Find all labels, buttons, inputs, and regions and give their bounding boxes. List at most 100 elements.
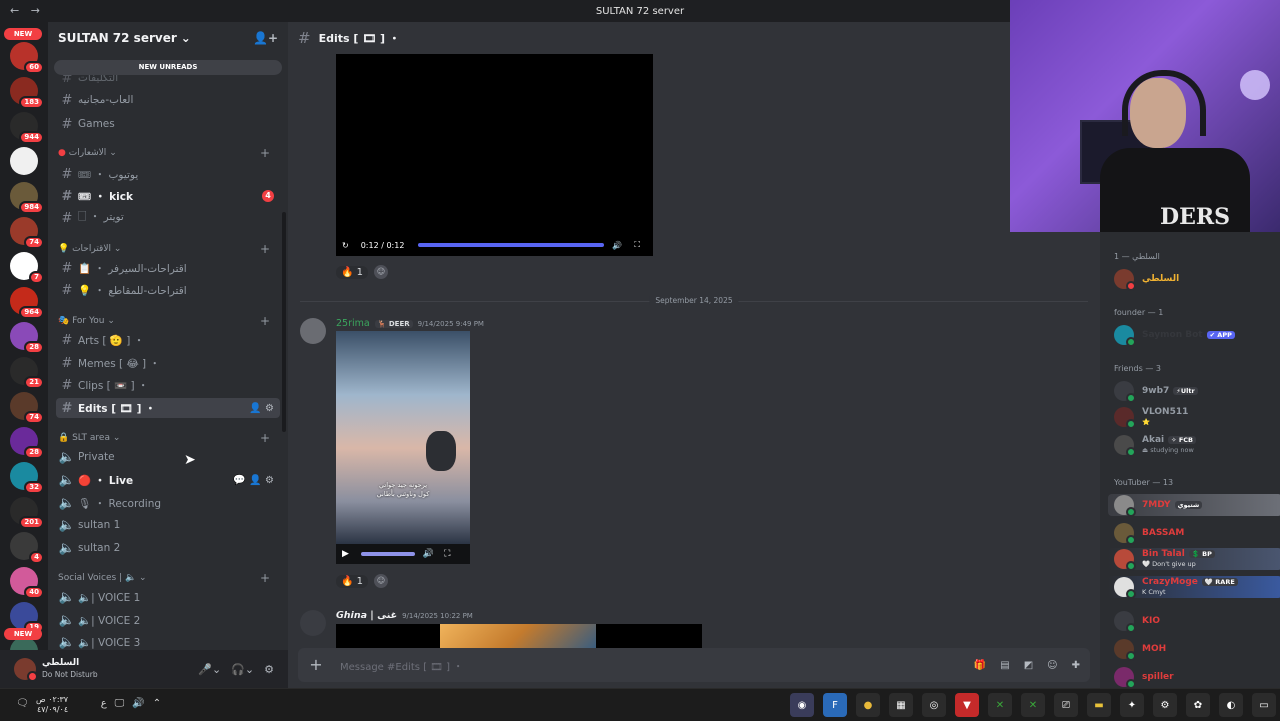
emoji-icon[interactable]: ☺ <box>1047 660 1057 671</box>
discord-icon[interactable]: ◉ <box>790 693 814 717</box>
fullscreen-icon[interactable]: ⛶ <box>444 549 450 559</box>
channel-item[interactable]: # 📋 ・ اقتراحات-السيرفر <box>56 258 280 278</box>
volume-icon[interactable]: 🔊 <box>423 549 434 559</box>
network-icon[interactable]: 🖵 <box>115 698 125 709</box>
language-indicator[interactable]: ع <box>101 698 107 709</box>
server-icon[interactable]: 21 <box>10 357 44 389</box>
obs-icon[interactable]: ◎ <box>922 693 946 717</box>
voice-channel[interactable]: 🔈 🔈| VOICE 3 <box>56 632 280 650</box>
reaction-fire[interactable]: 🔥 1 <box>336 265 369 279</box>
terminal-icon[interactable]: ▭ <box>1252 693 1276 717</box>
new-unreads-banner[interactable]: NEW UNREADS <box>54 60 282 75</box>
channel-item[interactable]: # Games <box>56 114 280 134</box>
category-for-you[interactable]: 🎭 For You ⌄ + <box>58 314 278 328</box>
category-slt-area[interactable]: 🔒 SLT area ⌄ + <box>58 431 278 445</box>
channel-item-kick[interactable]: # 🎟 ・ kick 4 <box>56 186 280 206</box>
member-item[interactable]: CrazyMoge 🤍 RARE K Cmyt <box>1108 576 1280 599</box>
recorder-icon[interactable]: ▼ <box>955 693 979 717</box>
message-author[interactable]: 𝙂𝙝𝙞𝙣𝙖 | غنى <box>336 610 397 621</box>
server-icon[interactable]: 60 <box>10 42 44 74</box>
video-attachment[interactable]: يرحونه جيد جواتي كول وناوئني بأطاني <box>336 331 470 544</box>
member-item[interactable]: 9wb7 ⚡Ultr <box>1114 380 1274 403</box>
channel-item[interactable]: # العاب-مجانيه <box>56 90 280 110</box>
add-channel-icon[interactable]: + <box>260 571 270 585</box>
member-item[interactable]: 7MDY شتيوي <box>1108 494 1280 517</box>
server-icon[interactable] <box>10 147 38 175</box>
server-header[interactable]: SULTAN 72 server ⌄ 👤+ <box>48 22 288 54</box>
avatar[interactable] <box>14 658 38 682</box>
channel-item[interactable]: # 🎟 ・ يوتيوب <box>56 164 280 184</box>
voice-channel-live[interactable]: 🔈 🔴 ・ Live 💬 👤 ⚙ <box>56 470 280 490</box>
member-item[interactable]: MOH <box>1114 638 1274 661</box>
avatar[interactable] <box>300 610 326 636</box>
attach-plus-icon[interactable]: + <box>306 655 326 675</box>
settings-icon[interactable]: ⚙ <box>1153 693 1177 717</box>
channel-item-memes[interactable]: # Memes [ 😂 ] ・ <box>56 353 280 373</box>
server-icon[interactable]: 944 <box>10 112 44 144</box>
server-icon[interactable]: 964 <box>10 287 44 319</box>
voice-channel[interactable]: 🔈 🎙 ・ Recording <box>56 493 280 513</box>
add-channel-icon[interactable]: + <box>260 431 270 445</box>
gif-icon[interactable]: ▤ <box>1000 660 1009 671</box>
new-pill-bottom[interactable]: NEW <box>4 628 42 640</box>
channel-item-edits[interactable]: # Edits [ 🎞 ] ・ 👤 ⚙ <box>56 398 280 418</box>
server-icon[interactable]: 74 <box>10 392 44 424</box>
server-icon[interactable]: 28 <box>10 427 44 459</box>
add-channel-icon[interactable]: + <box>260 314 270 328</box>
volume-icon[interactable]: 🔊 <box>132 698 144 709</box>
headphones-icon[interactable]: 🎧⌄ <box>231 663 254 676</box>
clock[interactable]: ٠٢:٣٧ ص ٤٧/٠٩/٠٤ <box>36 695 68 715</box>
sidebar-scrollbar[interactable] <box>282 212 286 432</box>
video-player[interactable]: ↻ 0:12 / 0:12 🔊 ⛶ <box>336 54 653 256</box>
replay-icon[interactable]: ↻ <box>342 241 349 250</box>
image-attachment[interactable] <box>336 624 702 648</box>
voice-channel[interactable]: 🔈 sultan 1 <box>56 515 280 535</box>
server-icon[interactable]: 19 <box>10 602 44 634</box>
server-icon[interactable]: 40 <box>10 567 44 599</box>
copilot-app-icon[interactable]: ✿ <box>1186 693 1210 717</box>
channel-item-arts[interactable]: # Arts [ 🫡 ] ・ <box>56 330 280 350</box>
file-app-icon[interactable]: F <box>823 693 847 717</box>
avatar[interactable] <box>300 318 326 344</box>
member-item[interactable]: VLON511 ⭐ <box>1114 406 1274 429</box>
edge-icon[interactable]: ◐ <box>1219 693 1243 717</box>
channel-settings-icons[interactable]: 👤 ⚙ <box>249 403 274 414</box>
apps-icon[interactable]: ✚ <box>1072 660 1080 671</box>
chevron-up-icon[interactable]: ⌃ <box>153 698 161 709</box>
gear-icon[interactable]: ⚙ <box>264 663 274 676</box>
video-progress-bar[interactable] <box>360 552 415 556</box>
add-reaction-icon[interactable]: ☺ <box>374 574 389 588</box>
microphone-icon[interactable]: 🎤⌄ <box>198 663 221 676</box>
forward-icon[interactable]: → <box>31 4 40 17</box>
server-icon[interactable]: 4 <box>10 532 44 564</box>
chrome-icon[interactable]: ● <box>856 693 880 717</box>
server-icon[interactable]: 32 <box>10 462 44 494</box>
member-item[interactable]: KIO <box>1114 610 1274 633</box>
voice-channel[interactable]: 🔈 sultan 2 <box>56 538 280 558</box>
add-reaction-icon[interactable]: ☺ <box>374 265 389 279</box>
back-icon[interactable]: ← <box>10 4 19 17</box>
new-pill-top[interactable]: NEW <box>4 28 42 40</box>
add-channel-icon[interactable]: + <box>260 146 270 160</box>
voice-settings-icons[interactable]: 💬 👤 ⚙ <box>233 475 274 486</box>
member-item[interactable]: Saymon Bot ✔ APP <box>1114 324 1274 347</box>
server-icon[interactable]: 183 <box>10 77 44 109</box>
phone-link-icon[interactable]: ⎚ <box>1054 693 1078 717</box>
message-author[interactable]: 25rima <box>336 318 370 329</box>
voice-channel[interactable]: 🔈 Private <box>56 447 280 467</box>
category-suggestions[interactable]: 💡 الاقتراحات ⌄ + <box>58 242 278 256</box>
member-item[interactable]: spiller <box>1114 666 1274 688</box>
invite-icon[interactable]: 👤+ <box>253 31 278 45</box>
volume-icon[interactable]: 🔊 <box>612 241 622 250</box>
member-item[interactable]: السلطي <box>1114 268 1274 291</box>
notification-icon[interactable]: 🗨 <box>16 698 29 709</box>
message-input[interactable]: Message #Edits [ 🎞 ] ・ <box>340 658 463 673</box>
server-icon[interactable]: 7 <box>10 252 44 284</box>
server-icon[interactable]: 28 <box>10 322 44 354</box>
voice-channel[interactable]: 🔈 🔈| VOICE 2 <box>56 610 280 630</box>
channel-item[interactable]: # 🗌 ・ تويتر <box>56 208 280 228</box>
member-item[interactable]: Akai ✧ FCB ⏏ studying now <box>1114 434 1274 457</box>
video-progress-bar[interactable] <box>418 243 605 247</box>
reaction-fire[interactable]: 🔥 1 <box>336 574 369 588</box>
gift-icon[interactable]: 🎁 <box>974 660 986 671</box>
